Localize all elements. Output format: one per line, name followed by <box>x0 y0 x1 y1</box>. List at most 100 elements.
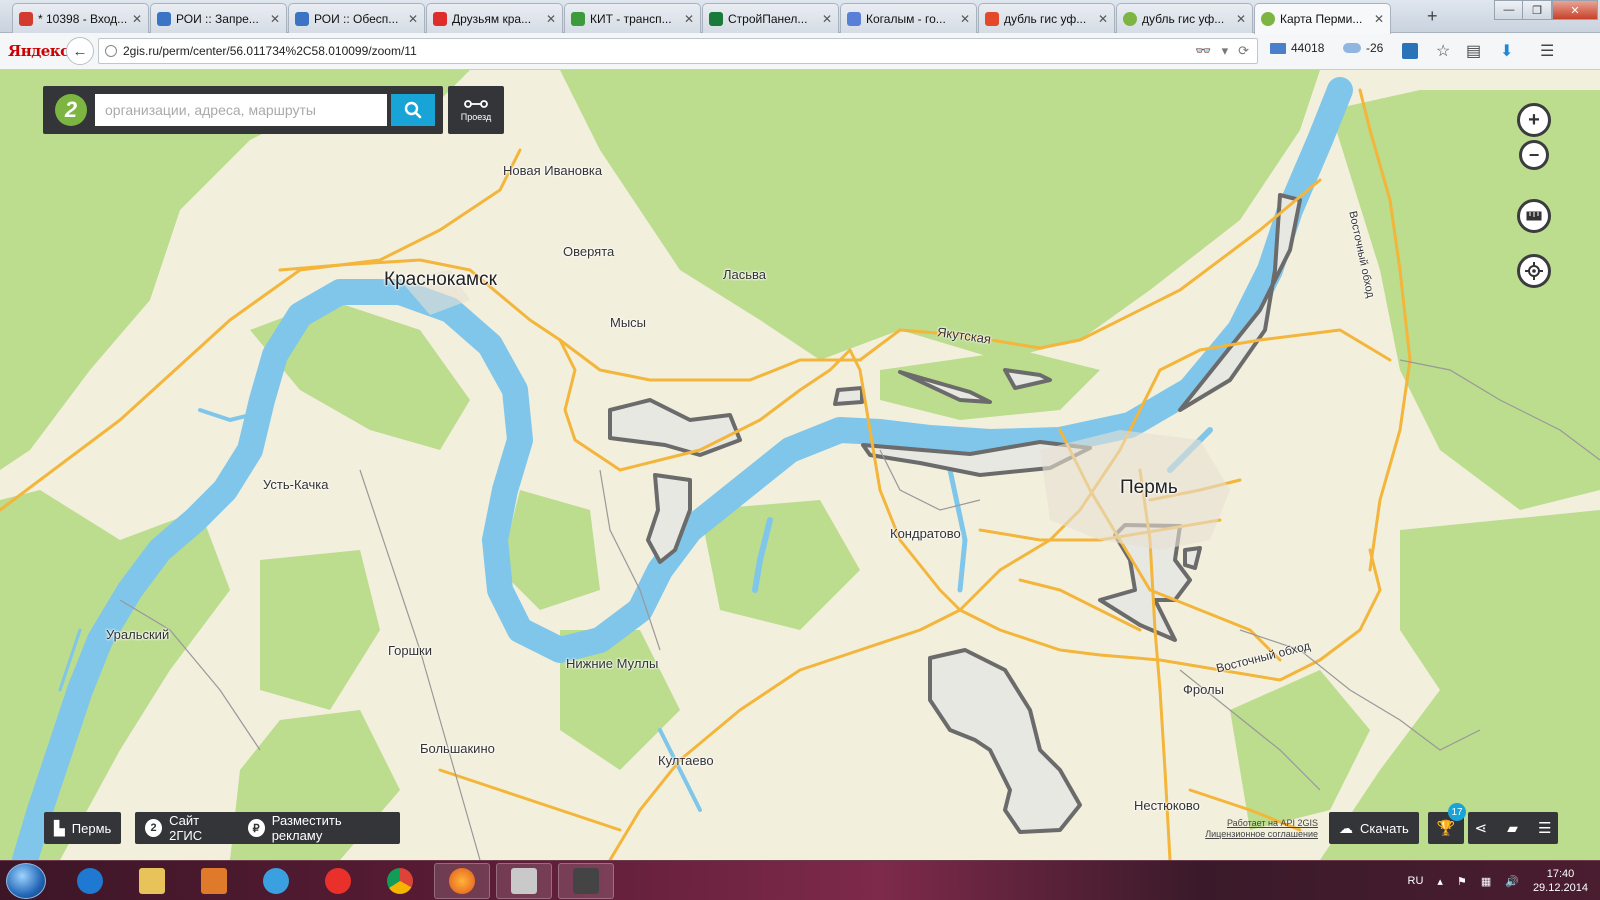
menu-icon[interactable]: ☰ <box>1538 819 1551 837</box>
map-label-kultaevo: Култаево <box>658 753 714 768</box>
taskbar-yandex-browser[interactable] <box>310 863 366 899</box>
map-label-uralsky: Уральский <box>106 627 170 642</box>
taskbar-camera[interactable] <box>558 863 614 899</box>
taskbar-media[interactable] <box>186 863 242 899</box>
address-bar[interactable]: 2gis.ru/perm/center/56.011734%2C58.01009… <box>98 38 1258 64</box>
tab-kogalym[interactable]: Когалым - го... ✕ <box>840 3 977 33</box>
site-link[interactable]: Сайт 2ГИС <box>169 813 232 843</box>
actions-group: ⋖ ▰ ☰ <box>1468 812 1558 844</box>
close-icon[interactable]: ✕ <box>132 12 142 26</box>
close-icon[interactable]: ✕ <box>1236 12 1246 26</box>
close-icon[interactable]: ✕ <box>408 12 418 26</box>
taskbar-firefox[interactable] <box>434 863 490 899</box>
route-button[interactable]: Проезд <box>448 86 504 134</box>
download-button[interactable]: ☁ Скачать <box>1329 812 1419 844</box>
2gis-icon <box>1123 11 1137 26</box>
tab-title: КИТ - трансп... <box>590 11 672 26</box>
close-icon[interactable]: ✕ <box>822 12 832 26</box>
url-text[interactable]: 2gis.ru/perm/center/56.011734%2C58.01009… <box>123 44 417 58</box>
close-window-button[interactable]: ✕ <box>1552 0 1598 20</box>
tab-roi-1[interactable]: РОИ :: Запре... ✕ <box>150 3 287 33</box>
share-icon[interactable]: ⋖ <box>1475 819 1488 837</box>
search-button[interactable] <box>391 94 435 126</box>
yandex-logo[interactable]: Яндекс <box>8 42 69 60</box>
close-icon[interactable]: ✕ <box>270 12 280 26</box>
tab-karta-permi[interactable]: Карта Перми... ✕ <box>1254 3 1391 34</box>
tab-roi-2[interactable]: РОИ :: Обесп... ✕ <box>288 3 425 33</box>
minimize-button[interactable]: — <box>1494 0 1524 20</box>
close-icon[interactable]: ✕ <box>684 12 694 26</box>
close-icon[interactable]: ✕ <box>960 12 970 26</box>
close-icon[interactable]: ✕ <box>1098 12 1108 26</box>
search-panel: 2 <box>43 86 443 134</box>
close-icon[interactable]: ✕ <box>1374 12 1384 26</box>
zoom-in-button[interactable]: + <box>1517 103 1551 137</box>
clock[interactable]: 17:40 29.12.2014 <box>1533 867 1588 895</box>
flag-icon[interactable]: ⚑ <box>1457 875 1467 888</box>
tab-stroypanel[interactable]: СтройПанел... ✕ <box>702 3 839 33</box>
route-label: Проезд <box>460 111 492 122</box>
map-label-ust-kachka: Усть-Качка <box>263 477 329 492</box>
yandex-icon <box>985 11 999 26</box>
tab-dubl-1[interactable]: дубль гис уф... ✕ <box>978 3 1115 33</box>
ie-icon <box>77 868 103 894</box>
tab-kit[interactable]: КИТ - трансп... ✕ <box>564 3 701 33</box>
mail-count: 44018 <box>1291 41 1325 55</box>
map-label-kondratovo: Кондратово <box>890 526 961 541</box>
roi-icon <box>295 11 309 26</box>
reload-icon[interactable]: ⟳ <box>1238 43 1249 59</box>
2gis-logo[interactable]: 2 <box>55 94 87 126</box>
map-label-overyata: Оверята <box>563 244 615 259</box>
new-tab-button[interactable]: + <box>1427 6 1438 27</box>
tab-title: СтройПанел... <box>728 11 808 26</box>
weather-widget[interactable]: -26 <box>1343 41 1383 55</box>
envelope-icon <box>1270 42 1286 54</box>
network-status-icon[interactable]: ▦ <box>1481 875 1491 888</box>
show-hidden-icon[interactable]: ▴ <box>1437 875 1443 888</box>
tab-youtube[interactable]: Друзьям кра... ✕ <box>426 3 563 33</box>
search-icon <box>404 101 422 119</box>
route-icon <box>464 99 488 108</box>
chevron-down-icon[interactable]: ▾ <box>1222 43 1229 59</box>
taskbar-chrome[interactable] <box>372 863 428 899</box>
bookmarks-icon[interactable]: ▤ <box>1466 41 1481 61</box>
zoom-out-button[interactable]: − <box>1519 140 1549 170</box>
taskbar-keys[interactable] <box>496 863 552 899</box>
tab-dubl-2[interactable]: дубль гис уф... ✕ <box>1116 3 1253 33</box>
ads-link[interactable]: Разместить рекламу <box>272 813 390 843</box>
cloud-icon <box>1343 43 1361 53</box>
browser-tab-bar: * 10398 - Вход... ✕ РОИ :: Запре... ✕ РОИ … <box>0 0 1600 34</box>
license-link[interactable]: Лицензионное соглашение <box>1196 829 1318 840</box>
tab-mail[interactable]: * 10398 - Вход... ✕ <box>12 3 149 33</box>
yandex-browser-icon <box>325 868 351 894</box>
weather-temp: -26 <box>1366 41 1384 55</box>
ruler-button[interactable] <box>1517 199 1551 233</box>
locate-me-button[interactable] <box>1517 254 1551 288</box>
volume-icon[interactable]: 🔊 <box>1505 875 1519 888</box>
taskbar-explorer[interactable] <box>124 863 180 899</box>
maximize-button[interactable]: ❐ <box>1522 0 1552 20</box>
start-button[interactable] <box>6 863 46 899</box>
language-indicator[interactable]: RU <box>1408 875 1424 887</box>
map-label-gorshki: Горшки <box>388 643 433 658</box>
map-label-perm: Пермь <box>1120 477 1178 498</box>
menu-icon[interactable]: ☰ <box>1540 41 1554 61</box>
star-icon[interactable]: ☆ <box>1436 41 1450 61</box>
mail-widget[interactable]: 44018 <box>1270 41 1324 55</box>
api-link[interactable]: Работает на API 2GIS <box>1196 818 1318 829</box>
map-canvas[interactable]: Новая Ивановка Оверята Краснокамск Ласьв… <box>0 70 1600 860</box>
clock-time: 17:40 <box>1546 868 1575 880</box>
taskbar-ie[interactable] <box>62 863 118 899</box>
tab-title: * 10398 - Вход... <box>38 11 127 26</box>
protect-icon[interactable]: 👓 <box>1195 43 1211 59</box>
feedback-icon[interactable]: ▰ <box>1507 820 1518 837</box>
roi-icon <box>157 11 171 26</box>
back-button[interactable]: ← <box>66 37 94 65</box>
cloud-download-icon: ☁ <box>1339 819 1353 836</box>
extension-icon[interactable] <box>1402 43 1418 59</box>
taskbar-network[interactable] <box>248 863 304 899</box>
download-icon[interactable]: ⬇ <box>1500 41 1513 61</box>
city-button[interactable]: ▙ Пермь <box>44 812 122 844</box>
search-input[interactable] <box>95 94 387 126</box>
close-icon[interactable]: ✕ <box>546 12 556 26</box>
